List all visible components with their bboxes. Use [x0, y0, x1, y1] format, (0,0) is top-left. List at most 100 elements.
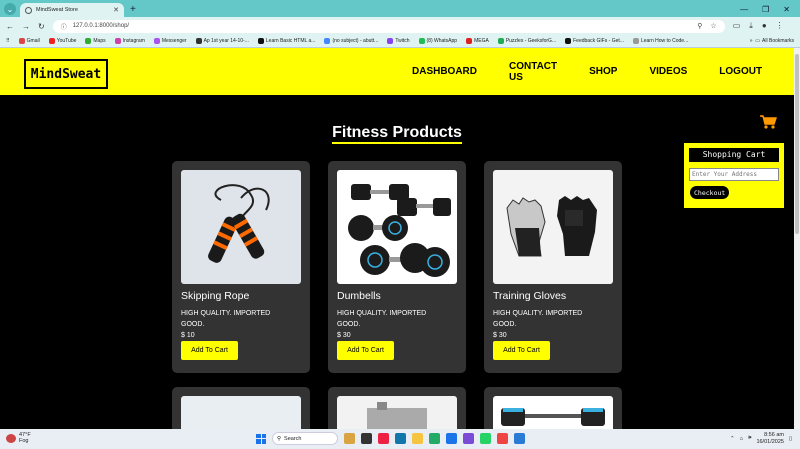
visual-studio-icon[interactable]: [463, 433, 474, 444]
address-bar[interactable]: ⓘ 127.0.0.1:8000/shop/ ⚲ ☆: [52, 19, 725, 33]
product-card: Training Gloves HIGH QUALITY. IMPORTED G…: [484, 161, 622, 373]
task-view-icon[interactable]: [361, 433, 372, 444]
clock[interactable]: 8:56 am 16/01/2025: [756, 432, 784, 445]
bookmarks-bar: ⠿ Gmail YouTube Maps Instagram Messenger…: [0, 35, 800, 48]
page-scrollbar[interactable]: [794, 48, 800, 429]
product-card: Dumbells HIGH QUALITY. IMPORTED GOOD. $ …: [328, 161, 466, 373]
weather-widget[interactable]: 47°F Fog: [6, 432, 31, 444]
browser-tabstrip: ⌄ MindSweat Store ✕ + — ❐ ✕: [0, 0, 800, 17]
product-image-skipping-rope: [181, 170, 301, 284]
product-image-dumbells: [337, 170, 457, 284]
zoom-icon[interactable]: ⚲: [697, 22, 702, 30]
tab-title: MindSweat Store: [36, 7, 78, 13]
sidepanel-icon[interactable]: ▭: [733, 21, 741, 31]
windows-taskbar: 47°F Fog ⚲ Search ⌃ ⌂ 🕪 8:56 am 16/01/2025 …: [0, 429, 800, 449]
volume-icon[interactable]: 🕪: [748, 435, 751, 442]
site-navbar: MindSweat DASHBOARD CONTACT US SHOP VIDE…: [0, 48, 794, 95]
bookmark-star-icon[interactable]: ☆: [710, 22, 716, 30]
add-to-cart-button[interactable]: Add To Cart: [181, 341, 238, 360]
notifications-icon[interactable]: ▯: [789, 436, 792, 442]
product-name: Training Gloves: [493, 290, 567, 302]
new-tab-icon[interactable]: +: [130, 4, 136, 15]
nav-videos[interactable]: VIDEOS: [649, 66, 687, 77]
bookmark-maps[interactable]: Maps: [85, 38, 106, 44]
tab-favicon-icon: [25, 6, 32, 14]
bookmark-mega[interactable]: MEGA: [466, 38, 489, 44]
product-price: $ 30: [337, 332, 351, 339]
nav-links: DASHBOARD CONTACT US SHOP VIDEOS LOGOUT: [412, 48, 794, 95]
bookmark-gmail[interactable]: Gmail: [18, 38, 40, 44]
url-text: 127.0.0.1:8000/shop/: [72, 23, 130, 29]
checkout-button[interactable]: Checkout: [690, 186, 730, 199]
bookmark-messenger[interactable]: Messenger: [153, 38, 187, 44]
product-description: HIGH QUALITY. IMPORTED GOOD.: [493, 310, 583, 328]
apps-icon[interactable]: ⠿: [6, 38, 10, 44]
site-info-icon[interactable]: ⓘ: [61, 22, 67, 31]
product-name: Dumbells: [337, 290, 381, 302]
product-description: HIGH QUALITY. IMPORTED GOOD.: [181, 310, 271, 328]
whatsapp-icon[interactable]: [480, 433, 491, 444]
site-logo[interactable]: MindSweat: [24, 59, 108, 89]
bookmark-ap[interactable]: Ap 1st year 14-10-...: [195, 38, 249, 44]
download-icon[interactable]: ⤓: [749, 21, 753, 31]
windows-start-icon[interactable]: [256, 433, 266, 444]
tab-search-icon[interactable]: ⌄: [4, 3, 16, 15]
add-to-cart-button[interactable]: Add To Cart: [337, 341, 394, 360]
product-card: [172, 387, 310, 429]
product-price: $ 30: [493, 332, 507, 339]
nav-logout[interactable]: LOGOUT: [719, 66, 762, 77]
product-card: [484, 387, 622, 429]
vscode-icon[interactable]: [514, 433, 525, 444]
mail-icon[interactable]: [446, 433, 457, 444]
bookmark-no-subject[interactable]: (no subject) - abutt...: [324, 38, 378, 44]
store-icon[interactable]: [429, 433, 440, 444]
taskbar-search[interactable]: ⚲ Search: [272, 432, 338, 445]
nav-contact-us[interactable]: CONTACT US: [509, 61, 557, 83]
profile-icon[interactable]: ●: [762, 21, 767, 31]
bookmark-geeksforgeeks[interactable]: Puzzles - GeeksforG...: [497, 38, 556, 44]
browser-toolbar: ← → ↻ ⓘ 127.0.0.1:8000/shop/ ⚲ ☆ ▭ ⤓ ● ⋮: [0, 17, 800, 35]
search-icon: ⚲: [277, 435, 282, 442]
network-icon[interactable]: ⌂: [740, 436, 743, 442]
product-image-training-gloves: [493, 170, 613, 284]
minimize-icon[interactable]: —: [740, 5, 748, 14]
product-card: Skipping Rope HIGH QUALITY. IMPORTED GOO…: [172, 161, 310, 373]
shopping-cart-panel: Shopping Cart Checkout: [684, 143, 784, 208]
back-icon[interactable]: ←: [6, 22, 14, 31]
chrome-icon[interactable]: [497, 433, 508, 444]
bookmark-whatsapp[interactable]: (8) WhatsApp: [418, 38, 457, 44]
copilot-icon[interactable]: [378, 433, 389, 444]
weather-icon: [6, 433, 16, 443]
file-explorer-icon[interactable]: [412, 433, 423, 444]
product-price: $ 10: [181, 332, 195, 339]
nav-dashboard[interactable]: DASHBOARD: [412, 66, 477, 77]
close-window-icon[interactable]: ✕: [783, 5, 790, 14]
bookmark-feedback-gifs[interactable]: Feedback GIFs - Get...: [565, 38, 624, 44]
forward-icon[interactable]: →: [22, 22, 30, 31]
cart-title: Shopping Cart: [689, 148, 779, 162]
product-image: [181, 396, 301, 429]
tab-mindsweat[interactable]: MindSweat Store ✕: [20, 3, 124, 17]
product-image: [493, 396, 613, 429]
menu-icon[interactable]: ⋮: [776, 21, 784, 31]
reload-icon[interactable]: ↻: [38, 22, 45, 31]
nav-shop[interactable]: SHOP: [589, 66, 617, 77]
add-to-cart-button[interactable]: Add To Cart: [493, 341, 550, 360]
bookmark-learn-code[interactable]: Learn How to Code...: [632, 38, 688, 44]
system-tray: ⌃ ⌂ 🕪 8:56 am 16/01/2025 ▯: [730, 432, 792, 445]
page-title: Fitness Products: [0, 124, 794, 144]
bookmark-instagram[interactable]: Instagram: [114, 38, 145, 44]
shop-page: MindSweat DASHBOARD CONTACT US SHOP VIDE…: [0, 48, 794, 429]
bookmark-youtube[interactable]: YouTube: [48, 38, 76, 44]
bookmark-learn-html[interactable]: Learn Basic HTML a...: [257, 38, 315, 44]
shopping-cart-icon[interactable]: [760, 114, 778, 130]
all-bookmarks[interactable]: » ▭ All Bookmarks: [750, 38, 794, 44]
bookmark-twitch[interactable]: Twitch: [387, 38, 410, 44]
restore-icon[interactable]: ❐: [762, 5, 769, 14]
product-name: Skipping Rope: [181, 290, 250, 302]
widgets-icon[interactable]: [344, 433, 355, 444]
tab-close-icon[interactable]: ✕: [113, 6, 119, 14]
address-input[interactable]: [689, 168, 779, 181]
tray-chevron-icon[interactable]: ⌃: [730, 436, 735, 442]
edge-icon[interactable]: [395, 433, 406, 444]
